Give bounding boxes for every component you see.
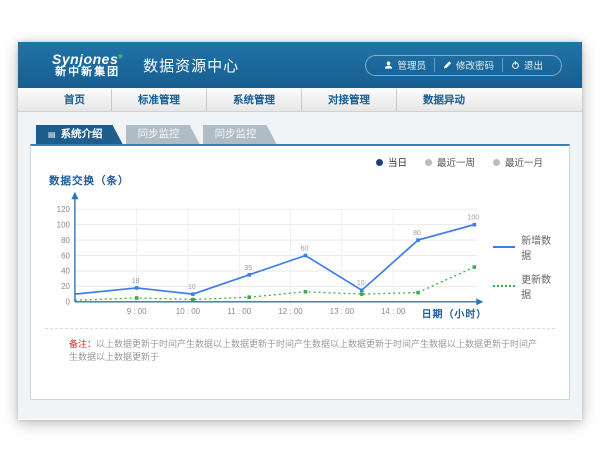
app-window: Synjones® 新中新集团 数据资源中心 管理员 修改密码 退出 [18, 42, 582, 420]
svg-text:13 : 00: 13 : 00 [330, 307, 355, 316]
chart-legend: 新增数据 更新数据 [493, 232, 561, 310]
svg-text:60: 60 [301, 246, 309, 253]
svg-text:80: 80 [61, 236, 70, 245]
main-nav: 首页 标准管理 系统管理 对接管理 数据异动 [18, 88, 582, 112]
user-icon [384, 60, 393, 70]
logo: Synjones® 新中新集团 [52, 52, 123, 78]
solid-line-icon [493, 246, 515, 248]
change-password-button[interactable]: 修改密码 [434, 58, 502, 72]
filter-option-last-week[interactable]: 最近一周 [425, 155, 475, 169]
app-header: Synjones® 新中新集团 数据资源中心 管理员 修改密码 退出 [18, 42, 582, 88]
chart-card: 当日 最近一周 最近一月 数据交换（条） 0 20 40 60 80 100 120 9 : … [30, 144, 570, 400]
tab-sync-monitor-1[interactable]: 同步监控 [126, 125, 200, 144]
tab-bar: ▤ 系统介绍 同步监控 同步监控 [36, 125, 570, 144]
line-chart: 0 20 40 60 80 100 120 9 : 00 10 : 00 11 : 00 12 : … [51, 190, 489, 324]
page-title: 数据资源中心 [143, 55, 239, 76]
tab-sync-monitor-2[interactable]: 同步监控 [203, 125, 277, 144]
svg-text:14 : 00: 14 : 00 [381, 307, 406, 316]
note-text: 以上数据更新于时间产生数据以上数据更新于时间产生数据以上数据更新于时间产生数据以… [69, 339, 537, 362]
svg-text:40: 40 [61, 267, 70, 276]
x-axis-title: 日期（小时） [422, 308, 488, 321]
nav-item-system-mgmt[interactable]: 系统管理 [206, 89, 301, 111]
nav-item-interface-mgmt[interactable]: 对接管理 [301, 89, 396, 111]
logo-company: 新中新集团 [55, 67, 120, 79]
main-content: ▤ 系统介绍 同步监控 同步监控 当日 最近一周 [18, 112, 582, 419]
legend-item-update-data[interactable]: 更新数据 [493, 271, 561, 301]
svg-text:11 : 00: 11 : 00 [227, 307, 251, 316]
edit-icon [443, 60, 452, 70]
tab-system-intro[interactable]: ▤ 系统介绍 [36, 125, 123, 144]
footer-note: 备注：以上数据更新于时间产生数据以上数据更新于时间产生数据以上数据更新于时间产生… [39, 329, 561, 363]
svg-text:10: 10 [357, 280, 365, 287]
svg-text:100: 100 [57, 220, 71, 229]
svg-text:35: 35 [244, 265, 252, 272]
range-filter: 当日 最近一周 最近一月 [39, 146, 561, 169]
legend-item-new-data[interactable]: 新增数据 [493, 232, 561, 262]
svg-text:100: 100 [468, 215, 480, 222]
y-axis-title: 数据交换（条） [49, 173, 561, 188]
power-icon [511, 60, 520, 70]
svg-text:10: 10 [188, 284, 196, 291]
svg-text:60: 60 [61, 251, 70, 260]
registered-mark-icon: ® [118, 54, 123, 60]
nav-item-home[interactable]: 首页 [38, 89, 111, 111]
logout-button[interactable]: 退出 [502, 58, 551, 72]
logo-brand: Synjones® [52, 52, 123, 67]
radio-dot-icon [376, 159, 383, 166]
user-toolbar: 管理员 修改密码 退出 [365, 55, 562, 76]
svg-text:0: 0 [65, 298, 70, 307]
nav-item-data-change[interactable]: 数据异动 [396, 89, 491, 111]
nav-item-standard-mgmt[interactable]: 标准管理 [111, 89, 206, 111]
filter-option-last-month[interactable]: 最近一月 [493, 155, 543, 169]
svg-text:9 : 00: 9 : 00 [127, 307, 147, 316]
admin-user-button[interactable]: 管理员 [376, 58, 434, 72]
radio-dot-icon [425, 159, 432, 166]
dotted-line-icon [493, 285, 515, 287]
note-label: 备注： [69, 339, 96, 349]
radio-dot-icon [493, 159, 500, 166]
svg-text:120: 120 [57, 205, 71, 214]
svg-text:18: 18 [132, 278, 140, 285]
svg-text:80: 80 [413, 230, 421, 237]
filter-option-today[interactable]: 当日 [376, 155, 407, 169]
document-icon: ▤ [48, 131, 56, 139]
chart-area: 0 20 40 60 80 100 120 9 : 00 10 : 00 11 : 00 12 : … [39, 190, 561, 324]
svg-text:10 : 00: 10 : 00 [176, 307, 201, 316]
svg-text:20: 20 [61, 282, 70, 291]
svg-text:12 : 00: 12 : 00 [278, 307, 303, 316]
